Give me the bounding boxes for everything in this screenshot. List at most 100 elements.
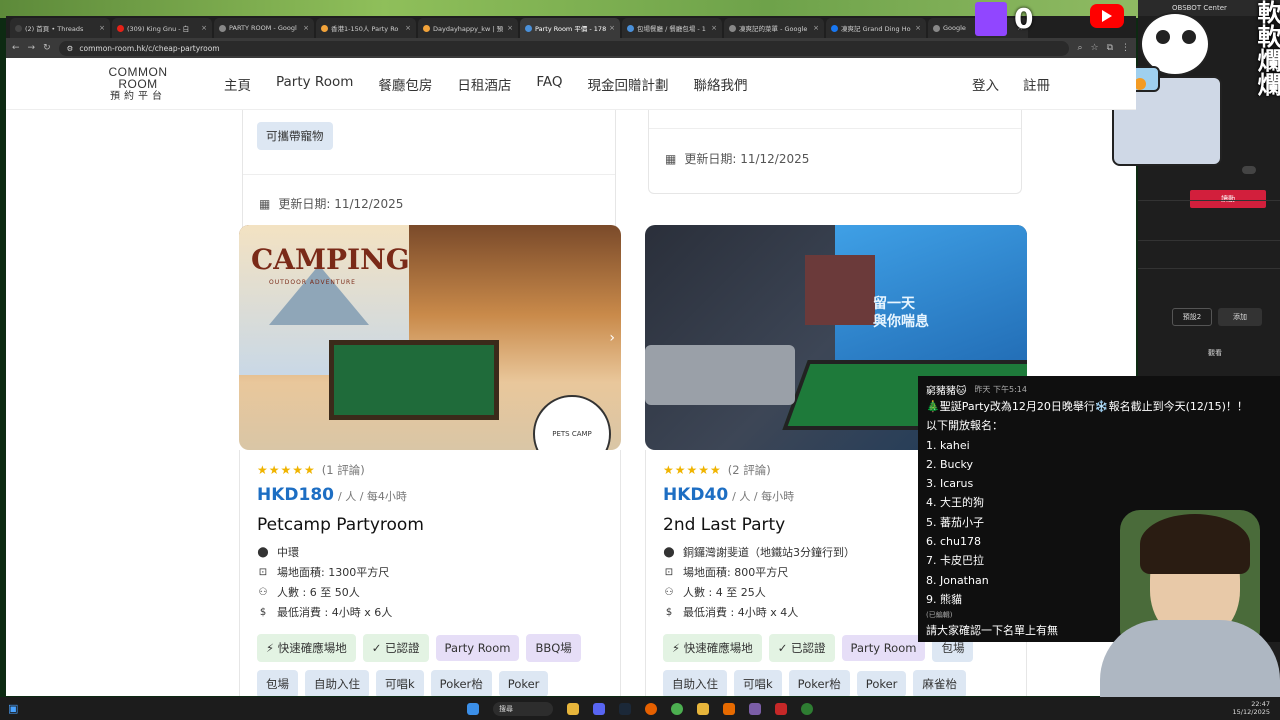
auth-links: 登入 註冊 [972,74,1050,94]
main-menu: 主頁 Party Room 餐廳包房 日租酒店 FAQ 現金回贈計劃 聯絡我們 [224,74,773,94]
browser-tab[interactable]: 香港1-150人 Party Ro × [316,18,416,38]
venue-tag: Poker [856,671,907,696]
obs-icon[interactable] [749,702,761,715]
close-tab-icon[interactable]: × [609,24,615,32]
review-count[interactable]: (1 評論) [322,462,365,478]
browser-tab[interactable]: Daydayhappy_kw | 預 × [418,18,518,38]
nav-item[interactable]: 餐廳包房 [378,74,432,94]
close-tab-icon[interactable]: × [201,24,207,32]
zoom-icon[interactable]: ⌕ [1077,43,1082,53]
venue-capacity: 人數 : 6 至 50人 [277,586,360,599]
calendar-icon: ▦ [665,151,677,166]
add-button[interactable]: 添加 [1218,308,1262,326]
clock-time: 22:47 [1251,700,1270,708]
venue-area: 場地面積: 800平方尺 [683,566,789,579]
tab-title: (309) King Gnu - 白 [127,25,190,33]
firefox-icon[interactable] [645,702,657,715]
browser-tab[interactable]: (2) 首頁 • Threads × [10,18,110,38]
start-icon[interactable] [467,702,479,715]
chrome-icon[interactable] [671,702,683,715]
view-label: 觀看 [1208,349,1222,357]
reload-icon[interactable]: ↻ [43,43,51,53]
previous-card-left: 可攜帶寵物 ▦ 更新日期: 11/12/2025 [242,94,616,239]
close-tab-icon[interactable]: × [99,24,105,32]
nav-item[interactable]: FAQ [536,74,562,94]
venue-tag: Party Room [841,635,926,661]
widgets-icon[interactable]: ▣ [8,702,18,715]
star-rating-icon: ★★★★★ [257,463,316,477]
discord-icon[interactable] [593,702,605,715]
next-image-icon[interactable]: › [609,330,615,346]
url-field[interactable]: ⚙ common-room.hk/c/cheap-partyroom [58,40,1070,56]
venue-location: 銅鑼灣謝斐道（地鐵站3分鐘行到） [683,546,855,559]
venue-tag: 可唱k [376,670,424,696]
tab-favicon-icon [117,24,124,32]
chat-line: 以下開放報名： [926,419,1003,433]
tag-row-2: 自助入住 可唱k Poker枱 Poker 麻雀枱 [663,670,1033,696]
prev-updated: ▦ 更新日期: 11/12/2025 [259,195,403,212]
steam-icon[interactable] [619,702,631,715]
browser-tab[interactable]: PARTY ROOM - Googl × [214,18,314,38]
register-link[interactable]: 註冊 [1023,74,1050,94]
nav-item[interactable]: 日租酒店 [457,74,511,94]
price-value: HKD180 [257,485,334,505]
venue-image[interactable]: CAMPING OUTDOOR ADVENTURE PETS CAMP › [239,225,621,450]
close-tab-icon[interactable]: × [711,24,717,32]
forward-icon[interactable]: → [28,43,36,53]
url-text: common-room.hk/c/cheap-partyroom [79,43,220,53]
close-tab-icon[interactable]: × [405,24,411,32]
updated-text: 更新日期: 11/12/2025 [278,197,404,211]
rating-row: ★★★★★ (1 評論) [257,462,365,478]
app-icon[interactable] [723,702,735,715]
record-icon[interactable] [775,702,787,715]
venue-info-list: ⬤ 銅鑼灣謝斐道（地鐵站3分鐘行到） ⊡ 場地面積: 800平方尺 ⚇ 人數 : 4 至 … [663,542,855,622]
venue-capacity: 人數 : 4 至 25人 [683,586,766,599]
camping-sign-text: CAMPING [251,243,410,276]
preset-select[interactable]: 預設2 [1172,308,1212,326]
venue-tag: ✓ 已認證 [362,634,429,662]
whatsapp-icon[interactable] [801,702,813,715]
nav-item[interactable]: 現金回贈計劃 [588,74,669,94]
chat-message-header: 窮豬豬🐱 昨天 下午5:14 [926,382,1272,397]
browser-tab[interactable]: (309) King Gnu - 白 × [112,18,212,38]
tab-favicon-icon [321,24,328,32]
folder-icon[interactable] [697,702,709,715]
toggle-switch[interactable] [1242,166,1256,174]
browser-tab[interactable]: Party Room 平價 - 178 × [520,18,620,38]
calendar-icon: ▦ [259,196,271,211]
tab-title: 香港1-150人 Party Ro [331,25,399,33]
webcam-feed [1060,500,1280,697]
taskbar-search[interactable]: 搜尋 [493,701,553,716]
chat-line: 3. Icarus [926,477,974,491]
pet-friendly-tag: 可攜帶寵物 [257,122,333,150]
login-link[interactable]: 登入 [972,74,999,94]
file-explorer-icon[interactable] [567,702,579,715]
tag-row-1: ⚡ 快速確應場地 ✓ 已認證 Party Room BBQ場 [257,634,627,669]
venue-tag: 自助入住 [305,670,369,696]
venue-area: 場地面積: 1300平方尺 [277,566,390,579]
close-tab-icon[interactable]: × [303,24,309,32]
tab-title: Daydayhappy_kw | 預 [433,25,504,33]
tab-favicon-icon [525,24,532,32]
channel-name-vertical: 軟軟爛爛 [1253,0,1280,96]
close-tab-icon[interactable]: × [507,24,513,32]
bookmark-star-icon[interactable]: ☆ [1090,43,1098,53]
site-logo[interactable]: COMMON ROOM 預約平台 [90,66,186,102]
browser-tab[interactable]: 凍爽記 Grand Ding Ho × [826,18,926,38]
nav-item[interactable]: 聯絡我們 [694,74,748,94]
chat-line: 2. Bucky [926,457,974,471]
nav-item[interactable]: Party Room [276,74,353,94]
venue-title[interactable]: 2nd Last Party [663,515,785,535]
close-tab-icon[interactable]: × [915,24,921,32]
tab-title: 包場餐廳 / 餐廳包場 - 1 [637,25,706,33]
back-icon[interactable]: ← [12,43,20,53]
close-tab-icon[interactable]: × [813,24,819,32]
logo-text: COMMON ROOM [108,64,168,91]
review-count[interactable]: (2 評論) [728,462,771,478]
nav-item[interactable]: 主頁 [224,74,251,94]
venue-title[interactable]: Petcamp Partyroom [257,515,424,535]
obs-action-button[interactable]: 讀動 [1190,190,1266,208]
browser-tab[interactable]: 包場餐廳 / 餐廳包場 - 1 × [622,18,722,38]
browser-tab[interactable]: 凍爽記的菜單 - Google × [724,18,824,38]
site-info-icon[interactable]: ⚙ [67,44,74,53]
